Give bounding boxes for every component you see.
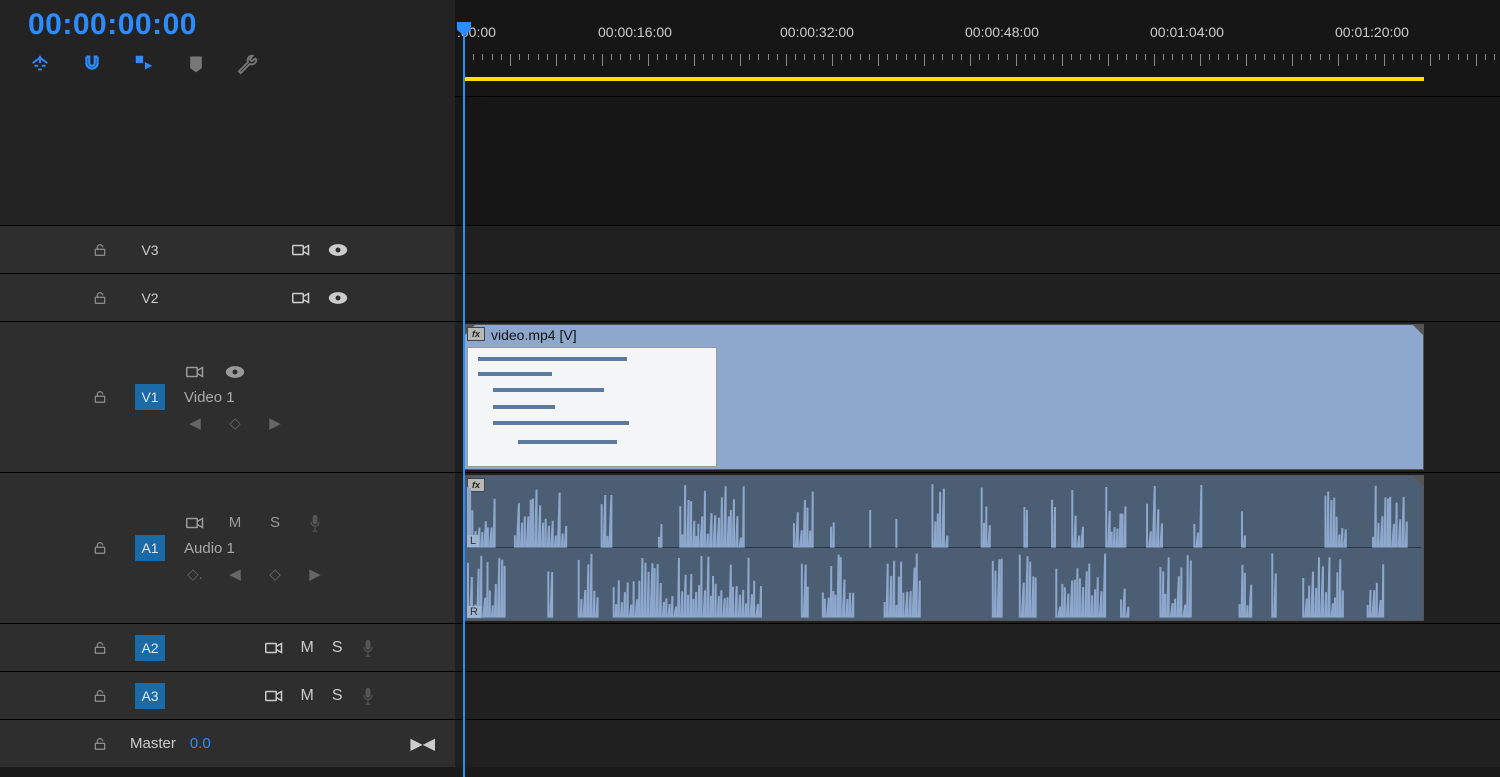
track-master: Master 0.0 ▶◀ (0, 719, 1500, 767)
add-key-icon[interactable]: ◇ (224, 412, 246, 434)
mic-icon[interactable] (304, 512, 326, 534)
insert-icon[interactable] (28, 52, 52, 76)
track-content-a3[interactable] (455, 672, 1500, 719)
track-name-v1: Video 1 (184, 389, 455, 406)
master-label: Master (130, 735, 176, 752)
track-content-v2[interactable] (455, 274, 1500, 321)
audio-clip[interactable]: fx L R (464, 475, 1424, 621)
eye-icon[interactable] (328, 243, 348, 257)
track-v2: V2 (0, 273, 1500, 321)
marker-icon[interactable] (184, 52, 208, 76)
track-output-icon[interactable] (265, 641, 283, 655)
ruler-label: 00:01:20:00 (1335, 24, 1409, 40)
track-label-v1[interactable]: V1 (135, 384, 164, 410)
track-content-master[interactable] (455, 720, 1500, 767)
track-label-a1[interactable]: A1 (135, 535, 164, 561)
track-v3: V3 (0, 225, 1500, 273)
track-output-icon[interactable] (292, 243, 310, 257)
solo-button[interactable]: S (332, 687, 343, 705)
master-volume[interactable]: 0.0 (190, 735, 211, 752)
track-a1: A1 M S Audio 1 ◇. ◀ ◇ ▶ (0, 472, 1500, 623)
track-content-a1[interactable]: fx L R (455, 473, 1500, 623)
mic-icon[interactable] (361, 687, 375, 705)
work-area-bar[interactable] (464, 77, 1424, 81)
header-left: 00:00:00:00 (0, 0, 455, 97)
linked-selection-icon[interactable] (132, 52, 156, 76)
track-label-v2[interactable]: V2 (135, 285, 164, 311)
mic-icon[interactable] (361, 639, 375, 657)
fx-badge[interactable]: fx (467, 327, 485, 341)
lock-icon[interactable] (92, 540, 108, 556)
audio-channel-left: L (467, 478, 1421, 548)
snap-icon[interactable] (80, 52, 104, 76)
ruler-label: 00:00:16:00 (598, 24, 672, 40)
track-a3: A3 M S (0, 671, 1500, 719)
eye-icon[interactable] (328, 291, 348, 305)
keyframe-mode-icon[interactable]: ◇. (184, 563, 206, 585)
collapse-icon[interactable]: ▶◀ (410, 734, 435, 754)
solo-button[interactable]: S (332, 639, 343, 657)
tracks-top-spacer (0, 97, 1500, 225)
track-label-v3[interactable]: V3 (135, 237, 164, 263)
track-output-icon[interactable] (265, 689, 283, 703)
lock-icon[interactable] (92, 640, 108, 656)
track-output-icon[interactable] (184, 361, 206, 383)
track-content-v3[interactable] (455, 226, 1500, 273)
mute-button[interactable]: M (301, 687, 314, 705)
track-label-a2[interactable]: A2 (135, 635, 164, 661)
track-label-a3[interactable]: A3 (135, 683, 164, 709)
solo-button[interactable]: S (264, 512, 286, 534)
playhead[interactable] (463, 22, 465, 777)
ruler-label: 00:00:32:00 (780, 24, 854, 40)
video-clip[interactable]: fx video.mp4 [V] (464, 324, 1424, 470)
ruler-label: 00:01:04:00 (1150, 24, 1224, 40)
mute-button[interactable]: M (301, 639, 314, 657)
prev-key-icon[interactable]: ◀ (224, 563, 246, 585)
prev-key-icon[interactable]: ◀ (184, 412, 206, 434)
settings-icon[interactable] (236, 52, 260, 76)
lock-icon[interactable] (92, 688, 108, 704)
eye-icon[interactable] (224, 361, 246, 383)
next-key-icon[interactable]: ▶ (264, 412, 286, 434)
next-key-icon[interactable]: ▶ (304, 563, 326, 585)
track-output-icon[interactable] (184, 512, 206, 534)
ruler-label: 00:00:48:00 (965, 24, 1039, 40)
track-v1: V1 Video 1 ◀ ◇ ▶ fx (0, 321, 1500, 472)
lock-icon[interactable] (92, 389, 108, 405)
clip-label: video.mp4 [V] (491, 327, 577, 343)
track-a2: A2 M S (0, 623, 1500, 671)
track-content-a2[interactable] (455, 624, 1500, 671)
mute-button[interactable]: M (224, 512, 246, 534)
timeline-toolbar (28, 52, 455, 76)
lock-icon[interactable] (92, 736, 108, 752)
timeline-header: 00:00:00:00 :00: (0, 0, 1500, 97)
clip-thumb (467, 347, 717, 467)
lock-icon[interactable] (92, 242, 108, 258)
lock-icon[interactable] (92, 290, 108, 306)
current-timecode[interactable]: 00:00:00:00 (28, 8, 455, 42)
time-ruler[interactable]: :00:0000:00:16:0000:00:32:0000:00:48:000… (455, 0, 1500, 97)
track-output-icon[interactable] (292, 291, 310, 305)
add-key-icon[interactable]: ◇ (264, 563, 286, 585)
audio-channel-right: R (467, 548, 1421, 618)
track-content-v1[interactable]: fx video.mp4 [V] (455, 322, 1500, 472)
track-name-a1: Audio 1 (184, 540, 455, 557)
